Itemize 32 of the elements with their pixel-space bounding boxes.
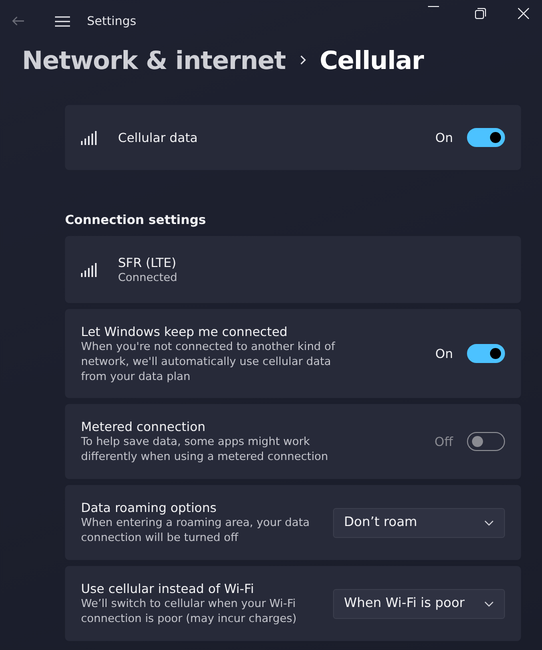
signal-icon	[81, 130, 97, 144]
setting-description: To help save data, some apps might work differently when using a metered connection	[81, 434, 330, 464]
menu-icon[interactable]	[55, 16, 70, 26]
state-label: On	[435, 346, 453, 361]
toggle-switch[interactable]	[467, 344, 505, 363]
dropdown[interactable]: Don’t roam	[333, 508, 505, 538]
chevron-down-icon	[484, 600, 494, 606]
state-label: Off	[434, 434, 453, 449]
toggle-switch[interactable]	[467, 432, 505, 451]
setting-title: Data roaming options	[81, 500, 218, 515]
setting-description: We’ll switch to cellular when your Wi-Fi connection is poor (may incur charges)	[81, 596, 298, 626]
window-title: Settings	[87, 14, 136, 28]
section-heading: Connection settings	[65, 212, 207, 227]
breadcrumb-item[interactable]: Network & internet	[22, 46, 286, 74]
breadcrumb-item: Cellular	[320, 46, 424, 74]
signal-icon	[81, 262, 97, 276]
setting-description: When entering a roaming area, your data connection will be turned off	[81, 515, 311, 545]
close-icon[interactable]	[518, 8, 529, 19]
toggle-switch[interactable]	[467, 128, 505, 147]
state-label: On	[435, 130, 453, 145]
setting-title: Cellular data	[118, 130, 199, 145]
setting-title: Metered connection	[81, 419, 206, 434]
setting-title: Let Windows keep me connected	[81, 324, 288, 338]
chevron-down-icon	[484, 520, 494, 526]
setting-title: SFR (LTE)	[118, 254, 178, 270]
back-arrow-icon[interactable]	[12, 16, 25, 26]
chevron-right-icon	[300, 55, 306, 65]
dropdown[interactable]: When Wi-Fi is poor	[333, 588, 505, 618]
setting-description: Connected	[118, 270, 178, 284]
restore-icon[interactable]	[475, 8, 486, 19]
setting-description: When you're not connected to another kind of network, we'll automatically use cellular data from your data plan	[81, 339, 336, 384]
setting-title: Use cellular instead of Wi-Fi	[81, 581, 255, 596]
